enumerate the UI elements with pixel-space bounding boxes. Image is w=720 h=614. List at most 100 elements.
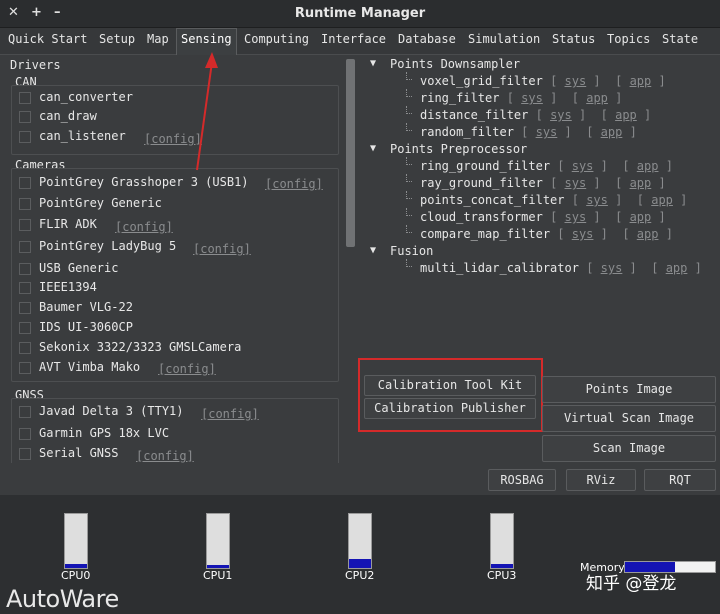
cpu3-meter-fill [491, 564, 513, 568]
gnss-config-link[interactable]: [config] [201, 407, 259, 421]
sensing-panel: Drivers CAN can_converter can_draw can_l… [0, 55, 720, 495]
tree-node-label: compare_map_filter [420, 227, 551, 241]
tab-map[interactable]: Map [147, 32, 169, 46]
camera-config-link[interactable]: [config] [193, 242, 251, 256]
camera-config-link[interactable]: [config] [158, 362, 216, 376]
tree-node-label: ray_ground_filter [420, 176, 543, 190]
tree-node-label: random_filter [420, 125, 514, 139]
cpu0-meter-fill [65, 563, 87, 568]
camera-label: FLIR ADK [39, 217, 97, 231]
cpu0-label: CPU0 [61, 569, 91, 582]
camera-checkbox[interactable] [19, 219, 31, 231]
can-converter-checkbox[interactable] [19, 92, 31, 104]
camera-checkbox[interactable] [19, 241, 31, 253]
sys-link[interactable]: sys [550, 108, 572, 122]
tab-interface[interactable]: Interface [321, 32, 386, 46]
expand-arrow-icon[interactable]: ▼ [370, 143, 376, 154]
drivers-scrollbar-thumb[interactable] [346, 59, 355, 247]
tree-branch-line [406, 123, 412, 131]
sys-link[interactable]: sys [536, 125, 558, 139]
rqt-button[interactable]: RQT [644, 469, 716, 491]
expand-arrow-icon[interactable]: ▼ [370, 245, 376, 256]
cpu2-meter-fill [349, 558, 371, 568]
scan-image-button[interactable]: Scan Image [542, 435, 716, 462]
gnss-label: Garmin GPS 18x LVC [39, 426, 170, 440]
tree-node[interactable]: multi_lidar_calibrator [ sys ] [ app ] [406, 259, 702, 275]
tree-node-label: points_concat_filter [420, 193, 565, 207]
rviz-button[interactable]: RViz [566, 469, 636, 491]
gnss-checkbox[interactable] [19, 448, 31, 460]
sys-link[interactable]: sys [565, 210, 587, 224]
tab-computing[interactable]: Computing [244, 32, 309, 46]
tree-node[interactable]: points_concat_filter [ sys ] [ app ] [406, 191, 687, 207]
camera-label: Sekonix 3322/3323 GMSLCamera [39, 340, 242, 354]
title-bar: ✕ + – Runtime Manager [0, 0, 720, 28]
tab-topics[interactable]: Topics [607, 32, 650, 46]
tab-bar: Quick Start Setup Map Sensing Computing … [0, 28, 720, 55]
status-area: CPU0 CPU1 CPU2 CPU3 Memory AutoWare 知乎 @… [0, 495, 720, 614]
watermark-text: 知乎 @登龙 [586, 574, 677, 594]
gnss-config-link[interactable]: [config] [136, 449, 194, 463]
app-link[interactable]: app [601, 125, 623, 139]
camera-checkbox[interactable] [19, 362, 31, 374]
tree-node[interactable]: compare_map_filter [ sys ] [ app ] [406, 225, 673, 241]
tree-node[interactable]: random_filter [ sys ] [ app ] [406, 123, 637, 139]
sys-link[interactable]: sys [572, 159, 594, 173]
tab-simulation[interactable]: Simulation [468, 32, 540, 46]
app-link[interactable]: app [630, 74, 652, 88]
tab-state[interactable]: State [662, 32, 698, 46]
sys-link[interactable]: sys [565, 176, 587, 190]
tree-node-label: ring_ground_filter [420, 159, 551, 173]
sys-link[interactable]: sys [521, 91, 543, 105]
camera-label: AVT Vimba Mako [39, 360, 141, 374]
tree-node[interactable]: ring_filter [ sys ] [ app ] [406, 89, 622, 105]
can-draw-checkbox[interactable] [19, 111, 31, 123]
app-link[interactable]: app [630, 210, 652, 224]
tab-status[interactable]: Status [552, 32, 595, 46]
camera-config-link[interactable]: [config] [115, 220, 173, 234]
camera-label: USB Generic [39, 261, 119, 275]
expand-arrow-icon[interactable]: ▼ [370, 58, 376, 69]
can-listener-config-link[interactable]: [config] [144, 132, 202, 146]
rosbag-button[interactable]: ROSBAG [488, 469, 556, 491]
tree-node-label: cloud_transformer [420, 210, 543, 224]
tree-node[interactable]: cloud_transformer [ sys ] [ app ] [406, 208, 666, 224]
sys-link[interactable]: sys [586, 193, 608, 207]
tree-node[interactable]: ring_ground_filter [ sys ] [ app ] [406, 157, 673, 173]
camera-checkbox[interactable] [19, 322, 31, 334]
tree-node-label: ring_filter [420, 91, 500, 105]
tree-node[interactable]: distance_filter [ sys ] [ app ] [406, 106, 651, 122]
tree-node[interactable]: ray_ground_filter [ sys ] [ app ] [406, 174, 666, 190]
cpu3-label: CPU3 [487, 569, 517, 582]
tab-setup[interactable]: Setup [99, 32, 135, 46]
app-link[interactable]: app [630, 176, 652, 190]
camera-checkbox[interactable] [19, 342, 31, 354]
gnss-checkbox[interactable] [19, 406, 31, 418]
tab-sensing[interactable]: Sensing [176, 28, 237, 55]
tree-branch-line [406, 225, 412, 233]
camera-checkbox[interactable] [19, 177, 31, 189]
tree-node[interactable]: voxel_grid_filter [ sys ] [ app ] [406, 72, 666, 88]
app-link[interactable]: app [666, 261, 688, 275]
app-link[interactable]: app [637, 227, 659, 241]
sys-link[interactable]: sys [572, 227, 594, 241]
app-link[interactable]: app [637, 159, 659, 173]
app-link[interactable]: app [651, 193, 673, 207]
camera-checkbox[interactable] [19, 302, 31, 314]
gnss-label: Serial GNSS [39, 446, 119, 460]
gnss-checkbox[interactable] [19, 428, 31, 440]
app-link[interactable]: app [615, 108, 637, 122]
can-converter-label: can_converter [39, 90, 133, 104]
camera-checkbox[interactable] [19, 198, 31, 210]
virtual-scan-image-button[interactable]: Virtual Scan Image [542, 405, 716, 432]
camera-checkbox[interactable] [19, 282, 31, 294]
camera-config-link[interactable]: [config] [265, 177, 323, 191]
tab-database[interactable]: Database [398, 32, 456, 46]
can-listener-checkbox[interactable] [19, 131, 31, 143]
sys-link[interactable]: sys [565, 74, 587, 88]
sys-link[interactable]: sys [601, 261, 623, 275]
tab-quick-start[interactable]: Quick Start [8, 32, 87, 46]
points-image-button[interactable]: Points Image [542, 376, 716, 403]
app-link[interactable]: app [586, 91, 608, 105]
camera-checkbox[interactable] [19, 263, 31, 275]
